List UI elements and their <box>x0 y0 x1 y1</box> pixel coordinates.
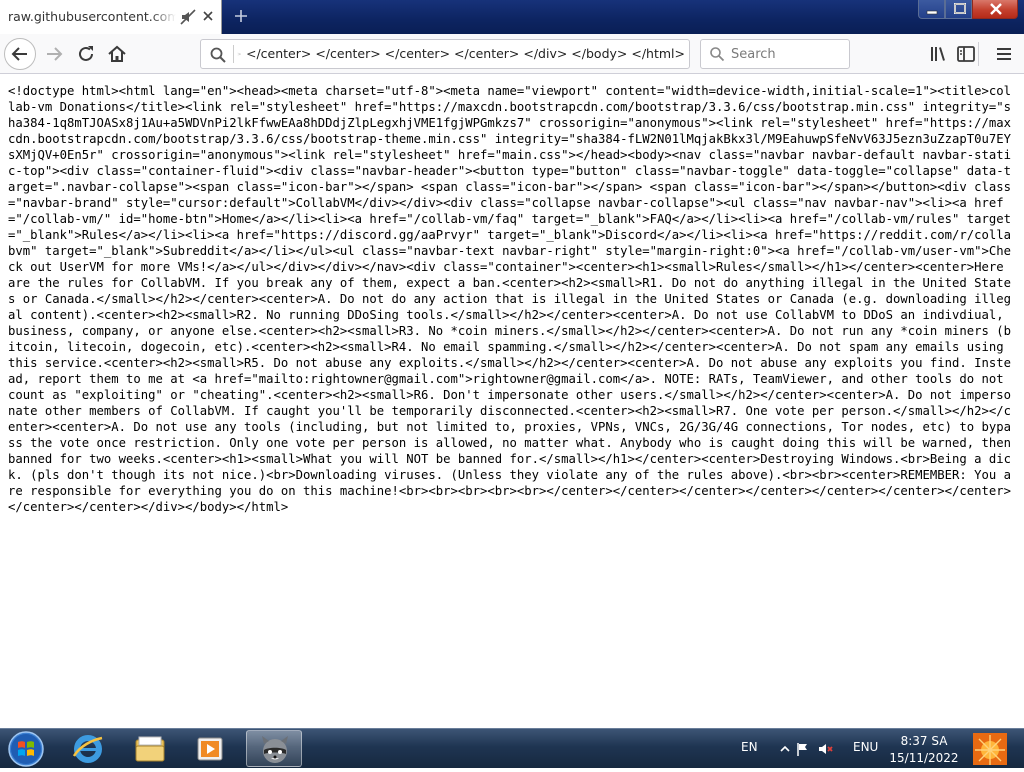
url-value: enter> </center> </center> </center> </c… <box>237 46 685 61</box>
restore-icon <box>954 3 966 14</box>
url-bar[interactable]: enter> </center> </center> </center> </c… <box>200 39 690 69</box>
forward-arrow-icon[interactable] <box>40 40 68 68</box>
back-arrow-icon <box>11 47 27 61</box>
search-input[interactable] <box>731 41 845 67</box>
tab-audio-muted-icon[interactable] <box>180 9 196 25</box>
keyboard-layout[interactable]: ENU <box>853 740 878 754</box>
search-icon <box>710 47 725 62</box>
folder-icon <box>135 736 165 762</box>
desktop-thumbnail-icon <box>973 733 1007 765</box>
taskbar-firefox-collabvm[interactable] <box>246 730 302 767</box>
action-center-flag-icon[interactable] <box>795 741 811 757</box>
chevron-up-icon[interactable] <box>777 741 793 757</box>
raw-source-text: <!doctype html><html lang="en"><head><me… <box>8 84 1019 514</box>
new-tab-icon[interactable] <box>233 8 249 24</box>
toolbar-separator <box>978 42 979 66</box>
tab-title: raw.githubusercontent.com/ano <box>8 9 176 24</box>
taskbar-media-player[interactable] <box>182 730 238 767</box>
taskbar-windows-explorer[interactable] <box>122 730 178 767</box>
url-separator <box>233 45 234 63</box>
window-controls <box>918 0 1018 20</box>
taskbar-internet-explorer[interactable] <box>60 730 116 767</box>
windows-logo-icon <box>8 731 44 767</box>
language-indicator[interactable]: EN <box>741 740 758 754</box>
clock-date: 15/11/2022 <box>889 751 959 765</box>
home-icon[interactable] <box>103 40 131 68</box>
restore-button[interactable] <box>945 0 972 19</box>
search-bar[interactable] <box>700 39 850 69</box>
navigation-toolbar: enter> </center> </center> </center> </c… <box>0 34 1024 74</box>
browser-tab[interactable]: raw.githubusercontent.com/ano <box>0 0 222 34</box>
media-player-icon <box>197 737 223 761</box>
minimize-button[interactable] <box>918 0 945 19</box>
internet-explorer-icon <box>72 735 103 763</box>
minimize-icon <box>926 10 938 15</box>
page-content: <!doctype html><html lang="en"><head><me… <box>0 75 1024 728</box>
close-icon <box>990 3 1002 15</box>
url-search-icon <box>210 47 226 63</box>
back-button[interactable] <box>4 38 36 70</box>
taskbar: EN ENU 8:37 SA 15/11/2022 <box>0 728 1024 768</box>
title-bar: raw.githubusercontent.com/ano <box>0 0 1024 34</box>
tab-close-icon[interactable] <box>201 9 215 23</box>
reload-icon[interactable] <box>72 40 100 68</box>
library-icon[interactable] <box>924 40 952 68</box>
close-window-button[interactable] <box>972 0 1018 19</box>
clock[interactable]: 8:37 SA 15/11/2022 <box>880 733 968 767</box>
show-desktop-button[interactable] <box>970 730 1010 768</box>
clock-time: 8:37 SA <box>900 734 948 748</box>
volume-muted-icon[interactable] <box>818 741 834 757</box>
raccoon-app-icon <box>262 736 288 763</box>
sidebar-icon[interactable] <box>952 40 980 68</box>
menu-icon[interactable] <box>990 40 1018 68</box>
start-button[interactable] <box>4 730 48 768</box>
url-text[interactable]: enter> </center> </center> </center> </c… <box>237 46 685 61</box>
